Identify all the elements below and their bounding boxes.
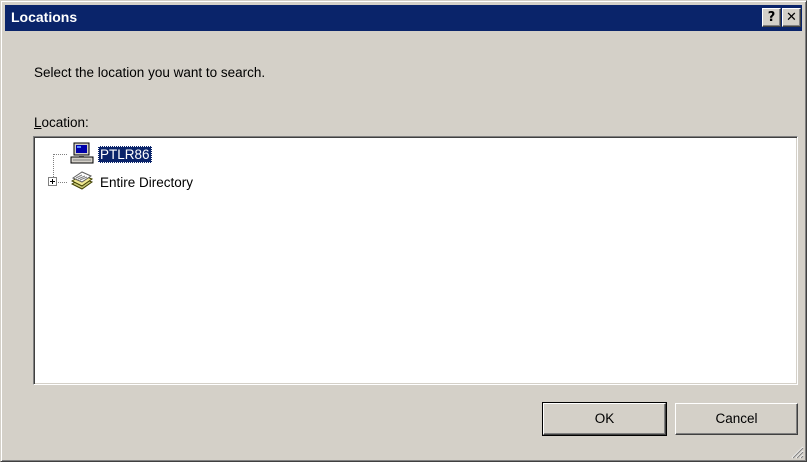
location-label-text: ocation: <box>41 115 89 130</box>
tree-expander-entire-directory[interactable] <box>48 177 57 186</box>
title-bar[interactable]: Locations ? ✕ <box>5 5 802 31</box>
resize-grip-icon[interactable] <box>790 445 804 459</box>
tree-line-horizontal <box>58 182 67 183</box>
ok-button[interactable]: OK <box>542 402 667 436</box>
directory-icon <box>70 171 94 190</box>
location-label-accelerator: L <box>34 115 42 130</box>
dialog-title: Locations <box>11 9 78 25</box>
help-icon: ? <box>767 10 776 25</box>
cancel-button[interactable]: Cancel <box>675 403 798 435</box>
tree-item-ptlr86[interactable]: PTLR86 <box>98 146 152 163</box>
tree-item-entire-directory[interactable]: Entire Directory <box>98 174 195 191</box>
close-button[interactable]: ✕ <box>782 8 801 27</box>
location-label: Location: <box>34 115 89 130</box>
location-tree[interactable]: PTLR86 Entire Directory <box>33 136 798 385</box>
tree-line-horizontal <box>53 154 67 155</box>
locations-dialog: Locations ? ✕ Select the location you wa… <box>0 0 807 462</box>
close-icon: ✕ <box>786 10 797 25</box>
computer-icon <box>70 142 94 164</box>
instruction-text: Select the location you want to search. <box>34 65 266 80</box>
help-button[interactable]: ? <box>762 8 781 27</box>
